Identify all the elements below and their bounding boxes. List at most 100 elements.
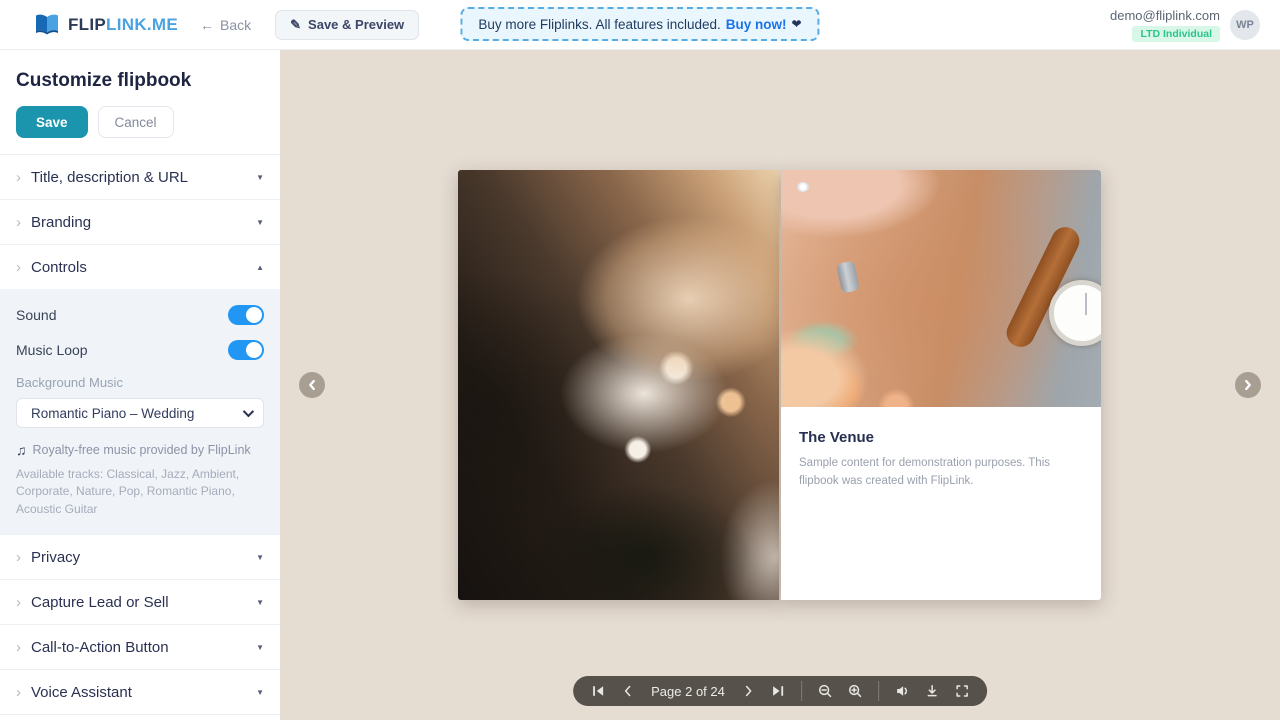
buy-more-banner: Buy more Fliplinks. All features include… (460, 7, 819, 41)
section-label: Capture Lead or Sell (31, 594, 256, 611)
toolbar-divider (801, 681, 802, 701)
chevron-right-icon: › (16, 595, 21, 610)
section-document-approval[interactable]: › Document Approval ▼ (0, 714, 280, 720)
avatar[interactable]: WP (1230, 10, 1260, 40)
pencil-icon: ✎ (290, 17, 301, 33)
background-music-value: Romantic Piano – Wedding (31, 406, 194, 421)
available-tracks-note: Available tracks: Classical, Jazz, Ambie… (16, 466, 264, 518)
zoom-out-button[interactable] (810, 676, 840, 706)
fliplink-logo[interactable]: FLIPLINK.ME (34, 14, 178, 36)
music-loop-toggle[interactable] (228, 340, 264, 360)
section-call-to-action-button[interactable]: › Call-to-Action Button ▼ (0, 624, 280, 669)
chevron-left-icon (305, 378, 319, 392)
flipbook-page-right[interactable]: The Venue Sample content for demonstrati… (781, 170, 1101, 600)
section-label: Call-to-Action Button (31, 639, 256, 656)
chevron-down-icon (243, 406, 254, 417)
save-preview-label: Save & Preview (308, 17, 404, 32)
chevron-right-icon: › (16, 640, 21, 655)
back-arrow-icon: ← (200, 17, 214, 33)
zoom-in-icon (847, 683, 863, 699)
toggle-knob (246, 307, 262, 323)
toggle-knob (246, 342, 262, 358)
next-page-arrow[interactable] (1235, 372, 1261, 398)
section-branding[interactable]: › Branding ▼ (0, 199, 280, 244)
chevron-right-icon: › (16, 685, 21, 700)
caret-down-icon: ▼ (256, 553, 264, 562)
caret-down-icon: ▼ (256, 688, 264, 697)
skip-end-icon (770, 683, 786, 699)
royalty-note: Royalty-free music provided by FlipLink (33, 443, 251, 457)
caret-down-icon: ▼ (256, 218, 264, 227)
hands-rings-photo (781, 170, 1101, 407)
caret-down-icon: ▼ (256, 643, 264, 652)
watch-face (1049, 280, 1101, 346)
first-page-button[interactable] (583, 676, 613, 706)
caret-down-icon: ▼ (256, 173, 264, 182)
next-page-button[interactable] (733, 676, 763, 706)
buy-now-link[interactable]: Buy now! (726, 17, 787, 32)
fullscreen-button[interactable] (947, 676, 977, 706)
section-controls[interactable]: › Controls ▲ (0, 244, 280, 289)
sidebar-title: Customize flipbook (0, 50, 280, 106)
chevron-right-icon (1241, 378, 1255, 392)
fullscreen-icon (954, 683, 970, 699)
download-button[interactable] (917, 676, 947, 706)
section-label: Controls (31, 259, 256, 276)
flipbook-page-left-photo[interactable] (458, 170, 779, 600)
section-voice-assistant[interactable]: › Voice Assistant ▼ (0, 669, 280, 714)
section-privacy[interactable]: › Privacy ▼ (0, 534, 280, 579)
section-label: Branding (31, 214, 256, 231)
music-note-icon: ♫ (16, 442, 27, 458)
background-music-label: Background Music (16, 375, 264, 390)
flipbook-spread: The Venue Sample content for demonstrati… (458, 170, 1101, 600)
zoom-out-icon (817, 683, 833, 699)
viewer-toolbar: Page 2 of 24 (573, 676, 987, 706)
sound-label: Sound (16, 307, 56, 323)
account-area: demo@fliplink.com LTD Individual WP (1110, 8, 1260, 42)
skip-start-icon (590, 683, 606, 699)
section-title-description-url[interactable]: › Title, description & URL ▼ (0, 154, 280, 199)
chevron-right-icon (740, 683, 756, 699)
page-heading: The Venue (799, 429, 1083, 446)
chevron-right-icon: › (16, 170, 21, 185)
section-label: Privacy (31, 549, 256, 566)
chevron-right-icon: › (16, 260, 21, 275)
download-icon (924, 683, 940, 699)
back-label: Back (220, 17, 251, 33)
banner-text: Buy more Fliplinks. All features include… (478, 17, 720, 32)
plan-badge: LTD Individual (1132, 26, 1220, 42)
controls-panel: Sound Music Loop Background Music Romant… (0, 289, 280, 534)
previous-page-arrow[interactable] (299, 372, 325, 398)
logo-text-light: LINK.ME (106, 15, 178, 34)
sound-toggle[interactable] (228, 305, 264, 325)
section-label: Title, description & URL (31, 169, 256, 186)
watch-hand (1085, 293, 1087, 315)
chevron-left-icon (620, 683, 636, 699)
save-button[interactable]: Save (16, 106, 88, 138)
diamond-ring (797, 182, 809, 192)
last-page-button[interactable] (763, 676, 793, 706)
heart-icon: ❤ (792, 17, 802, 31)
cancel-button[interactable]: Cancel (98, 106, 174, 138)
logo-text: FLIPLINK.ME (68, 15, 178, 35)
book-logo-icon (34, 14, 60, 36)
previous-page-button[interactable] (613, 676, 643, 706)
flipbook-canvas: The Venue Sample content for demonstrati… (280, 50, 1280, 720)
background-music-select[interactable]: Romantic Piano – Wedding (16, 398, 264, 428)
caret-up-icon: ▲ (256, 263, 264, 272)
customize-sidebar: Customize flipbook Save Cancel › Title, … (0, 50, 280, 720)
zoom-in-button[interactable] (840, 676, 870, 706)
save-preview-button[interactable]: ✎ Save & Preview (275, 10, 419, 40)
section-label: Voice Assistant (31, 684, 256, 701)
toolbar-divider (878, 681, 879, 701)
page-body-text: Sample content for demonstration purpose… (799, 455, 1053, 491)
logo-text-dark: FLIP (68, 15, 106, 34)
back-button[interactable]: ← Back (200, 17, 251, 33)
speaker-icon (894, 683, 910, 699)
wedding-ring (836, 260, 860, 293)
sound-button[interactable] (887, 676, 917, 706)
page-indicator: Page 2 of 24 (651, 684, 725, 699)
music-loop-label: Music Loop (16, 342, 88, 358)
chevron-right-icon: › (16, 550, 21, 565)
section-capture-lead-or-sell[interactable]: › Capture Lead or Sell ▼ (0, 579, 280, 624)
